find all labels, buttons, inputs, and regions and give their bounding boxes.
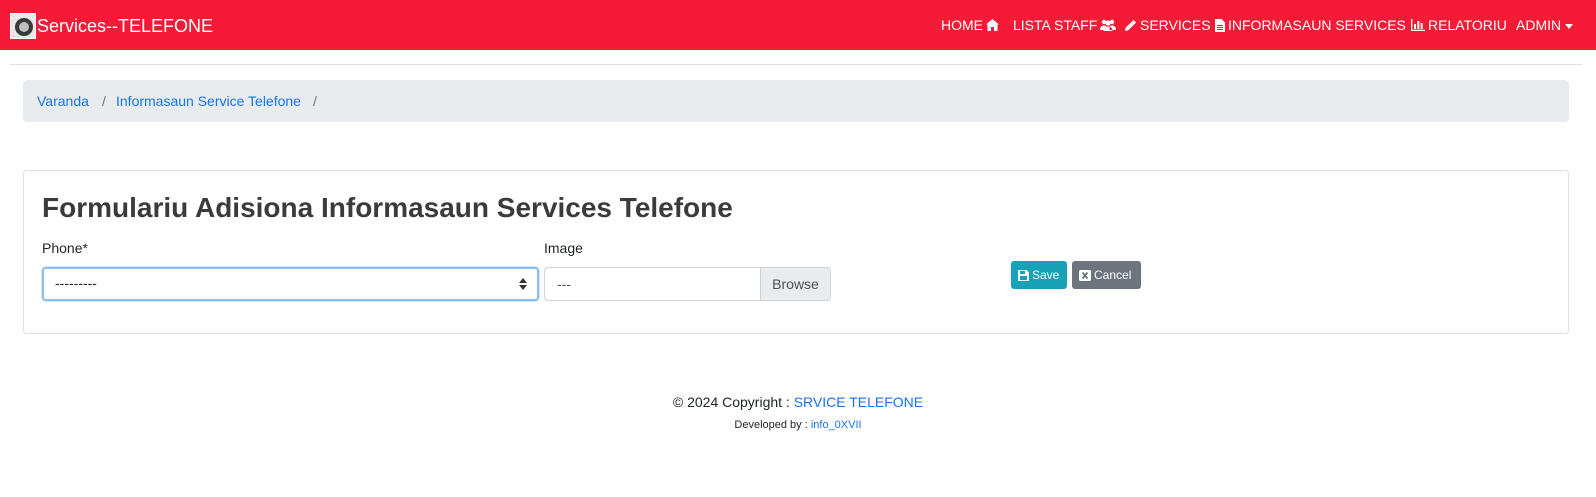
- nav-services-label: SERVICES: [1140, 17, 1211, 33]
- image-file-input[interactable]: --- Browse: [544, 267, 831, 301]
- phone-label: Phone*: [42, 240, 88, 256]
- nav-lista-staff[interactable]: LISTA STAFF: [1013, 17, 1119, 33]
- brand-logo-icon: [10, 12, 36, 39]
- form-card: Formulariu Adisiona Informasaun Services…: [23, 170, 1569, 334]
- home-icon: [986, 19, 999, 31]
- nav-informasaun-services-label: INFORMASAUN SERVICES: [1228, 17, 1406, 33]
- save-button-label: Save: [1032, 268, 1060, 282]
- breadcrumb-varanda[interactable]: Varanda: [37, 93, 89, 109]
- brand-title: Services--TELEFONE: [37, 15, 214, 36]
- breadcrumb-informasaun[interactable]: Informasaun Service Telefone: [116, 93, 301, 109]
- phone-select-value: ---------: [55, 275, 97, 291]
- nav-admin-dropdown[interactable]: ADMIN: [1516, 17, 1574, 33]
- breadcrumb-separator: /: [102, 93, 106, 109]
- close-box-icon: [1079, 269, 1091, 281]
- save-icon: [1018, 269, 1029, 281]
- divider: [10, 64, 1582, 65]
- navbar: Services--TELEFONE HOME LISTA STAFF SERV…: [0, 0, 1596, 50]
- image-label: Image: [544, 240, 583, 256]
- nav-relatoriu-label: RELATORIU: [1428, 17, 1507, 33]
- footer-copyright: © 2024 Copyright : SRVICE TELEFONE: [0, 394, 1596, 410]
- bar-chart-icon: [1411, 19, 1425, 31]
- cancel-button[interactable]: Cancel: [1072, 261, 1141, 289]
- nav-home[interactable]: HOME: [941, 17, 1002, 33]
- nav-services[interactable]: SERVICES: [1122, 17, 1211, 33]
- file-icon: [1215, 18, 1225, 32]
- footer-copyright-link[interactable]: SRVICE TELEFONE: [794, 394, 923, 410]
- caret-down-icon: [1565, 23, 1574, 29]
- nav-admin-label: ADMIN: [1516, 17, 1562, 33]
- footer-developer: Developed by : info_0XVII: [0, 419, 1596, 431]
- breadcrumb-separator: /: [313, 93, 317, 109]
- page-title: Formulariu Adisiona Informasaun Services…: [42, 192, 733, 223]
- breadcrumb: Varanda / Informasaun Service Telefone /: [23, 80, 1569, 122]
- browse-button[interactable]: Browse: [760, 268, 830, 300]
- footer-developed-text: Developed by :: [734, 419, 811, 431]
- pencil-icon: [1125, 19, 1137, 31]
- nav-home-label: HOME: [941, 17, 983, 33]
- footer-developer-link[interactable]: info_0XVII: [811, 419, 862, 431]
- nav-informasaun-services[interactable]: INFORMASAUN SERVICES: [1212, 17, 1406, 33]
- image-file-value: ---: [557, 276, 571, 292]
- nav-relatoriu[interactable]: RELATORIU: [1408, 17, 1507, 33]
- brand[interactable]: Services--TELEFONE: [10, 12, 213, 39]
- phone-select[interactable]: ---------: [42, 267, 539, 301]
- users-icon: [1100, 19, 1117, 31]
- cancel-button-label: Cancel: [1094, 268, 1132, 282]
- nav-lista-staff-label: LISTA STAFF: [1013, 17, 1098, 33]
- select-arrows-icon: [519, 278, 527, 290]
- footer-copyright-text: © 2024 Copyright :: [672, 394, 794, 410]
- save-button[interactable]: Save: [1011, 261, 1067, 289]
